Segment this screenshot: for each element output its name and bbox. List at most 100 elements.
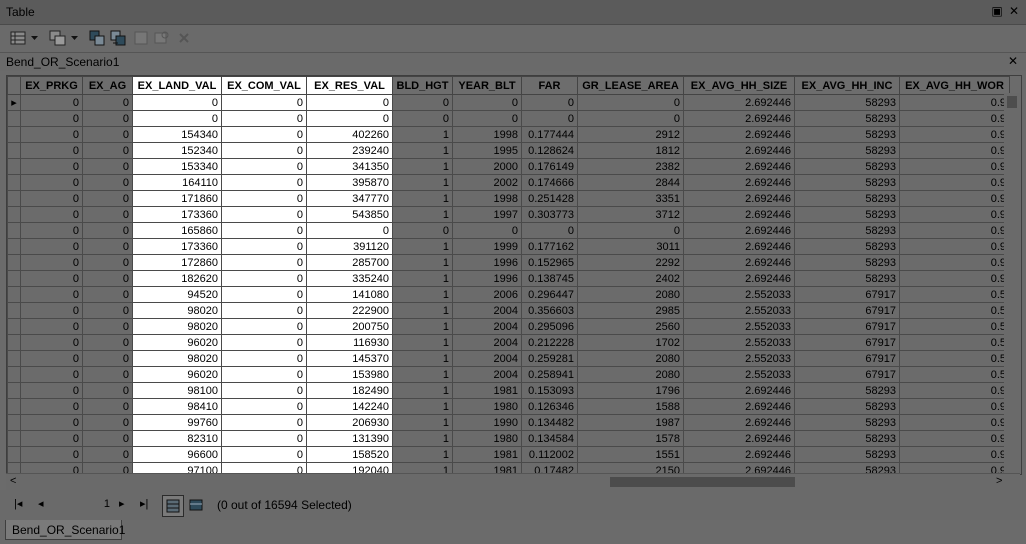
row-selector[interactable]	[7, 446, 21, 463]
table-row[interactable]: 0 0 154340 0 402260 1 1998 0.177444 2912 2.692446…	[7, 126, 1010, 143]
table-cell[interactable]: 1	[392, 350, 453, 367]
table-cell[interactable]: 2002	[452, 174, 522, 191]
table-cell[interactable]: 0.134482	[521, 414, 578, 431]
table-cell[interactable]: 0	[82, 414, 133, 431]
table-cell[interactable]: 395870	[306, 174, 393, 191]
row-selector[interactable]	[7, 126, 21, 143]
table-cell[interactable]: 173360	[132, 206, 222, 223]
close-tab-icon[interactable]: ✕	[1008, 54, 1018, 68]
row-selector[interactable]	[7, 318, 21, 335]
table-cell[interactable]: 0.9	[899, 158, 1010, 175]
table-cell[interactable]: 58293	[794, 222, 900, 239]
table-cell[interactable]: 0	[20, 94, 83, 111]
table-cell[interactable]: 0.212228	[521, 334, 578, 351]
close-window-icon[interactable]: ✕	[1007, 4, 1021, 18]
column-header-ex-land-val[interactable]: EX_LAND_VAL	[132, 76, 222, 95]
table-tab-title[interactable]: Bend_OR_Scenario1	[6, 55, 119, 69]
row-selector[interactable]	[7, 398, 21, 415]
table-cell[interactable]: 0.112002	[521, 446, 578, 463]
table-cell[interactable]: 0	[221, 366, 307, 383]
table-cell[interactable]: 0	[221, 126, 307, 143]
table-cell[interactable]: 1	[392, 446, 453, 463]
table-cell[interactable]: 2844	[577, 174, 684, 191]
table-row[interactable]: 0 0 98020 0 222900 1 2004 0.356603 2985 2.552033 6…	[7, 302, 1010, 319]
table-cell[interactable]: 206930	[306, 414, 393, 431]
table-cell[interactable]: 0	[392, 94, 453, 111]
table-row[interactable]: 0 0 96020 0 116930 1 2004 0.212228 1702 2.552033 6…	[7, 334, 1010, 351]
show-selected-records-icon[interactable]	[186, 495, 206, 515]
table-cell[interactable]: 285700	[306, 254, 393, 271]
table-row[interactable]: 0 0 98100 0 182490 1 1981 0.153093 1796 2.692446 5…	[7, 382, 1010, 399]
row-selector[interactable]	[7, 206, 21, 223]
table-cell[interactable]: 172860	[132, 254, 222, 271]
table-cell[interactable]: 0.259281	[521, 350, 578, 367]
row-selector[interactable]	[7, 270, 21, 287]
table-cell[interactable]: 1999	[452, 238, 522, 255]
table-cell[interactable]: 0	[132, 110, 222, 127]
table-cell[interactable]: 171860	[132, 190, 222, 207]
table-row[interactable]: 0 0 0 0 0 0 0 0 0 2.692446 58293 0.9	[7, 110, 1010, 127]
table-cell[interactable]: 1	[392, 318, 453, 335]
table-cell[interactable]: 0	[20, 286, 83, 303]
table-cell[interactable]: 58293	[794, 174, 900, 191]
column-header-far[interactable]: FAR	[521, 76, 578, 95]
table-cell[interactable]: 58293	[794, 94, 900, 111]
table-cell[interactable]: 58293	[794, 430, 900, 447]
table-cell[interactable]: 0	[82, 126, 133, 143]
table-cell[interactable]: 0.134584	[521, 430, 578, 447]
table-cell[interactable]: 1996	[452, 270, 522, 287]
table-cell[interactable]: 164110	[132, 174, 222, 191]
table-cell[interactable]: 1	[392, 254, 453, 271]
restore-window-icon[interactable]: ▣	[990, 4, 1004, 18]
table-cell[interactable]: 2080	[577, 350, 684, 367]
table-cell[interactable]: 0.152965	[521, 254, 578, 271]
column-header-year-blt[interactable]: YEAR_BLT	[452, 76, 522, 95]
table-cell[interactable]: 0	[82, 158, 133, 175]
table-cell[interactable]: 0	[82, 94, 133, 111]
table-row[interactable]: 0 0 171860 0 347770 1 1998 0.251428 3351 2.692446…	[7, 190, 1010, 207]
table-cell[interactable]: 0.5	[899, 302, 1010, 319]
table-cell[interactable]: 153980	[306, 366, 393, 383]
table-cell[interactable]: 0	[221, 254, 307, 271]
table-cell[interactable]: 0.9	[899, 142, 1010, 159]
table-cell[interactable]: 2.692446	[683, 142, 795, 159]
table-row[interactable]: 0 0 99760 0 206930 1 1990 0.134482 1987 2.692446 5…	[7, 414, 1010, 431]
table-cell[interactable]: 0.9	[899, 126, 1010, 143]
table-cell[interactable]: 58293	[794, 414, 900, 431]
table-cell[interactable]: 2.692446	[683, 238, 795, 255]
table-cell[interactable]: 1997	[452, 206, 522, 223]
row-selector[interactable]	[7, 110, 21, 127]
table-cell[interactable]: 0	[82, 254, 133, 271]
table-row[interactable]: 0 0 164110 0 395870 1 2002 0.174666 2844 2.692446…	[7, 174, 1010, 191]
table-cell[interactable]: 1	[392, 238, 453, 255]
table-cell[interactable]: 2.692446	[683, 94, 795, 111]
dropdown-arrow-icon[interactable]	[29, 28, 39, 48]
table-cell[interactable]: 1	[392, 206, 453, 223]
table-cell[interactable]: 58293	[794, 446, 900, 463]
table-cell[interactable]: 1	[392, 414, 453, 431]
table-cell[interactable]: 3351	[577, 190, 684, 207]
table-cell[interactable]: 0.9	[899, 446, 1010, 463]
next-record-icon[interactable]: ▸	[119, 497, 125, 510]
table-cell[interactable]: 2.692446	[683, 446, 795, 463]
table-cell[interactable]: 58293	[794, 238, 900, 255]
table-cell[interactable]: 1702	[577, 334, 684, 351]
table-cell[interactable]: 0	[452, 110, 522, 127]
scroll-left-icon[interactable]: <	[10, 475, 16, 487]
table-cell[interactable]: 0.5	[899, 334, 1010, 351]
table-cell[interactable]: 2912	[577, 126, 684, 143]
related-tables-icon[interactable]	[47, 28, 69, 48]
table-cell[interactable]: 0.138745	[521, 270, 578, 287]
table-cell[interactable]: 1998	[452, 190, 522, 207]
table-cell[interactable]: 1998	[452, 126, 522, 143]
table-cell[interactable]: 0	[20, 158, 83, 175]
table-cell[interactable]: 1995	[452, 142, 522, 159]
column-header-gr-lease-area[interactable]: GR_LEASE_AREA	[577, 76, 684, 95]
table-cell[interactable]: 1981	[452, 382, 522, 399]
table-cell[interactable]: 2004	[452, 334, 522, 351]
table-cell[interactable]: 0.5	[899, 350, 1010, 367]
table-cell[interactable]: 3712	[577, 206, 684, 223]
table-cell[interactable]: 0	[20, 270, 83, 287]
table-cell[interactable]: 0	[221, 94, 307, 111]
table-cell[interactable]: 131390	[306, 430, 393, 447]
